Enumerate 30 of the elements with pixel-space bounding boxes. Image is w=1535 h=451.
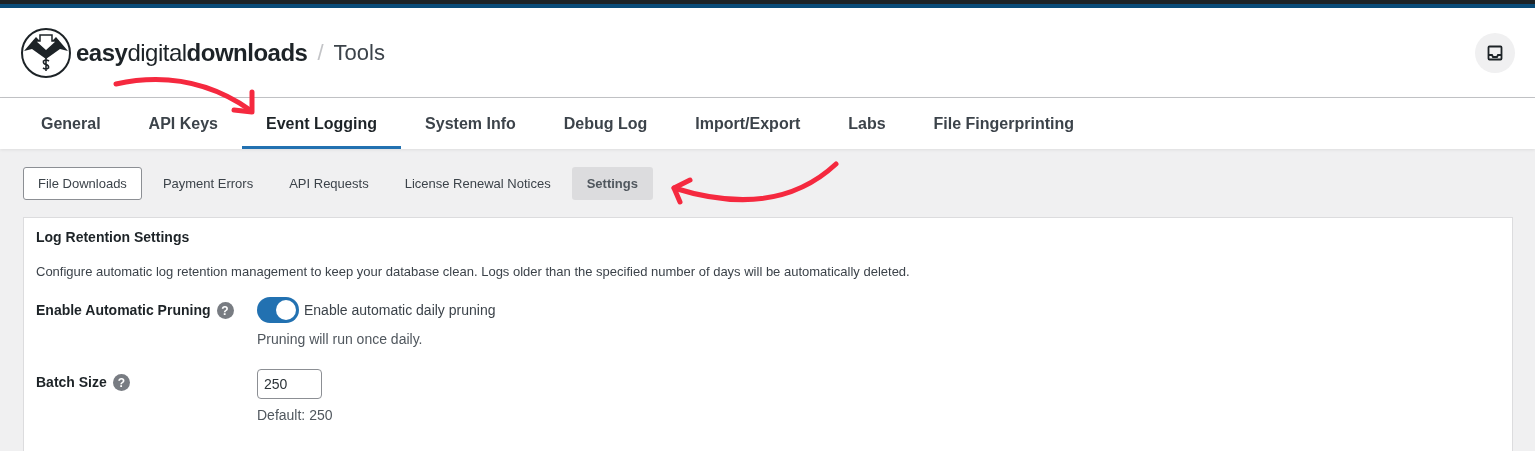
logo-wordmark: easydigitaldownloads	[76, 38, 308, 67]
sub-tab[interactable]: Payment Errors	[147, 167, 269, 200]
nav-tab[interactable]: Labs	[824, 98, 910, 149]
nav-tab[interactable]: API Keys	[124, 98, 242, 149]
nav-tab[interactable]: System Info	[401, 98, 540, 149]
page-title: Tools	[333, 39, 385, 66]
nav-tab[interactable]: Import/Export	[671, 98, 825, 149]
batch-size-field[interactable]: 250	[257, 369, 322, 399]
nav-tab[interactable]: Debug Log	[539, 98, 672, 149]
help-icon[interactable]: ?	[112, 374, 130, 391]
sub-tab[interactable]: License Renewal Notices	[389, 167, 566, 200]
toggle-switch[interactable]	[257, 297, 299, 323]
field-note: Default: 250	[257, 407, 334, 423]
toggle-label: Enable automatic daily pruning	[304, 302, 496, 318]
logo-icon	[20, 26, 72, 79]
title-separator: /	[317, 39, 324, 66]
card-description: Configure automatic log retention management to keep your database clean. Logs older than the specified number of days will be automatically deleted.	[36, 264, 911, 279]
sub-tab[interactable]: File Downloads	[23, 167, 142, 200]
nav-tab[interactable]: Event Logging	[241, 98, 402, 149]
card-title: Log Retention Settings	[36, 229, 191, 245]
help-icon[interactable]: ?	[216, 302, 234, 319]
field-label: Enable Automatic Pruning	[36, 302, 211, 318]
sub-tab[interactable]: Settings	[571, 167, 653, 200]
inbox-icon	[1487, 44, 1503, 61]
field-note: Pruning will run once daily.	[257, 331, 424, 347]
field-label: Batch Size	[36, 374, 107, 390]
inbox-button[interactable]	[1475, 32, 1515, 73]
nav-tab[interactable]: File Fingerprinting	[909, 98, 1098, 149]
nav-tab[interactable]: General	[17, 98, 125, 149]
sub-tab[interactable]: API Requests	[274, 167, 384, 200]
